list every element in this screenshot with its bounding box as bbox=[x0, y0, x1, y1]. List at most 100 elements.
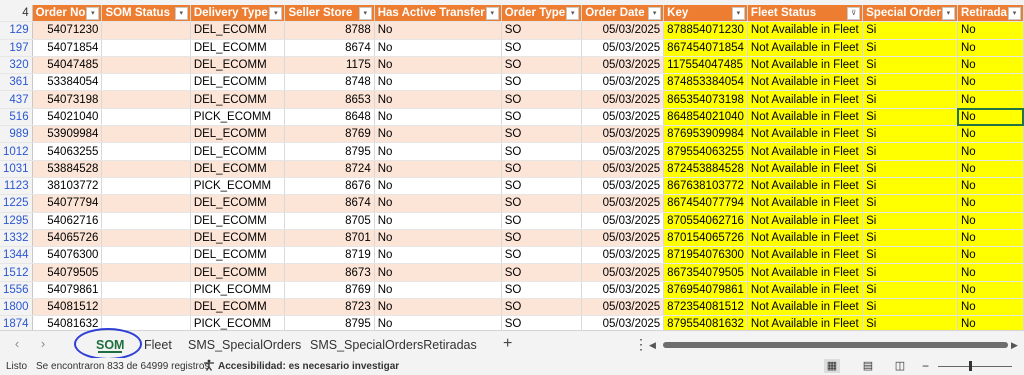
table-cell[interactable]: No bbox=[374, 246, 502, 265]
table-cell[interactable] bbox=[101, 90, 191, 109]
table-cell[interactable]: Si bbox=[862, 298, 958, 317]
prev-sheet-icon[interactable]: ‹ bbox=[10, 336, 24, 352]
table-cell[interactable]: SO bbox=[501, 125, 583, 144]
table-cell[interactable]: SO bbox=[501, 263, 583, 282]
table-cell[interactable]: No bbox=[957, 315, 1024, 330]
table-cell[interactable] bbox=[101, 108, 191, 127]
table-cell[interactable]: No bbox=[957, 108, 1024, 127]
table-cell[interactable]: 8719 bbox=[284, 246, 375, 265]
table-cell[interactable] bbox=[101, 56, 191, 75]
table-cell[interactable]: 05/03/2025 bbox=[581, 125, 665, 144]
table-cell[interactable]: Not Available in Fleet bbox=[747, 229, 864, 248]
table-cell[interactable]: No bbox=[957, 246, 1024, 265]
table-cell[interactable]: No bbox=[957, 263, 1024, 282]
row-number[interactable]: 1123 bbox=[0, 177, 33, 196]
column-header[interactable]: Order No ▾ bbox=[32, 5, 103, 23]
table-cell[interactable]: SO bbox=[501, 108, 583, 127]
zoom-slider-thumb[interactable] bbox=[969, 361, 972, 371]
table-cell[interactable]: No bbox=[957, 73, 1024, 92]
filter-dropdown-icon[interactable]: ▾ bbox=[566, 7, 580, 20]
table-cell[interactable]: Si bbox=[862, 56, 958, 75]
table-cell[interactable]: 05/03/2025 bbox=[581, 315, 665, 330]
table-cell[interactable]: 867638103772 bbox=[663, 177, 748, 196]
row-number[interactable]: 1512 bbox=[0, 263, 33, 282]
filter-dropdown-icon[interactable]: ▾ bbox=[485, 7, 499, 20]
column-header[interactable]: Key ▾ bbox=[663, 5, 748, 23]
page-layout-view-button[interactable]: ▤ bbox=[860, 359, 876, 373]
table-cell[interactable] bbox=[101, 142, 191, 161]
table-cell[interactable]: 05/03/2025 bbox=[581, 73, 665, 92]
table-cell[interactable]: 05/03/2025 bbox=[581, 39, 665, 57]
table-cell[interactable]: DEL_ECOMM bbox=[190, 125, 286, 144]
table-cell[interactable]: DEL_ECOMM bbox=[190, 21, 286, 40]
table-cell[interactable]: Not Available in Fleet bbox=[747, 142, 864, 161]
table-cell[interactable]: 54073198 bbox=[32, 90, 103, 109]
table-cell[interactable]: 865354073198 bbox=[663, 90, 748, 109]
table-cell[interactable]: No bbox=[374, 108, 502, 127]
table-cell[interactable]: SO bbox=[501, 315, 583, 330]
table-cell[interactable] bbox=[101, 160, 191, 178]
table-cell[interactable]: Not Available in Fleet bbox=[747, 298, 864, 317]
table-cell[interactable]: 8795 bbox=[284, 142, 375, 161]
table-cell[interactable]: Si bbox=[862, 229, 958, 248]
table-cell[interactable]: No bbox=[374, 281, 502, 300]
accessibility-status[interactable]: Accesibilidad: es necesario investigar bbox=[218, 358, 399, 375]
table-cell[interactable]: No bbox=[957, 298, 1024, 317]
table-cell[interactable] bbox=[101, 194, 191, 213]
table-cell[interactable]: 872354081512 bbox=[663, 298, 748, 317]
column-header[interactable]: Special Order ▾ bbox=[862, 5, 958, 23]
column-header[interactable]: SOM Status ▾ bbox=[101, 5, 191, 23]
scrollbar-thumb[interactable] bbox=[663, 342, 1008, 348]
table-cell[interactable]: No bbox=[374, 229, 502, 248]
table-cell[interactable]: 874853384054 bbox=[663, 73, 748, 92]
table-cell[interactable]: No bbox=[957, 212, 1024, 230]
table-cell[interactable]: Not Available in Fleet bbox=[747, 108, 864, 127]
table-cell[interactable]: 54065726 bbox=[32, 229, 103, 248]
table-cell[interactable]: 54062716 bbox=[32, 212, 103, 230]
table-cell[interactable] bbox=[101, 73, 191, 92]
table-cell[interactable]: Si bbox=[862, 160, 958, 178]
table-cell[interactable]: PICK_ECOMM bbox=[190, 177, 286, 196]
table-cell[interactable]: No bbox=[374, 73, 502, 92]
table-cell[interactable]: Not Available in Fleet bbox=[747, 125, 864, 144]
table-cell[interactable]: DEL_ECOMM bbox=[190, 263, 286, 282]
zoom-slider[interactable] bbox=[938, 366, 1012, 367]
table-cell[interactable]: No bbox=[957, 177, 1024, 196]
table-cell[interactable]: 05/03/2025 bbox=[581, 246, 665, 265]
table-cell[interactable]: 05/03/2025 bbox=[581, 281, 665, 300]
row-number[interactable]: 1225 bbox=[0, 194, 33, 213]
table-cell[interactable]: Not Available in Fleet bbox=[747, 160, 864, 178]
filter-dropdown-icon[interactable]: ▾ bbox=[86, 7, 100, 20]
table-cell[interactable]: DEL_ECOMM bbox=[190, 142, 286, 161]
table-cell[interactable]: No bbox=[374, 177, 502, 196]
table-cell[interactable]: DEL_ECOMM bbox=[190, 246, 286, 265]
table-cell[interactable]: No bbox=[374, 194, 502, 213]
table-cell[interactable]: 05/03/2025 bbox=[581, 21, 665, 40]
table-cell[interactable]: PICK_ECOMM bbox=[190, 281, 286, 300]
table-cell[interactable]: 05/03/2025 bbox=[581, 108, 665, 127]
table-cell[interactable]: DEL_ECOMM bbox=[190, 160, 286, 178]
row-number[interactable]: 1800 bbox=[0, 298, 33, 317]
row-number[interactable]: 4 bbox=[0, 5, 33, 23]
filter-dropdown-icon[interactable]: ⊽ bbox=[847, 7, 861, 20]
filter-dropdown-icon[interactable]: ▾ bbox=[358, 7, 372, 20]
spreadsheet-grid[interactable]: 4 Order No ▾ SOM Status ▾ Delivery Type ▾ Sell… bbox=[0, 0, 1024, 330]
table-cell[interactable]: 05/03/2025 bbox=[581, 177, 665, 196]
filter-dropdown-icon[interactable]: ▾ bbox=[648, 7, 662, 20]
table-cell[interactable]: 867454077794 bbox=[663, 194, 748, 213]
table-cell[interactable]: 8674 bbox=[284, 39, 375, 57]
table-cell[interactable]: 05/03/2025 bbox=[581, 56, 665, 75]
table-cell[interactable]: 8769 bbox=[284, 281, 375, 300]
table-cell[interactable]: Si bbox=[862, 177, 958, 196]
table-cell[interactable]: SO bbox=[501, 160, 583, 178]
table-cell[interactable]: Not Available in Fleet bbox=[747, 194, 864, 213]
table-cell[interactable]: No bbox=[957, 194, 1024, 213]
filter-dropdown-icon[interactable]: ▾ bbox=[941, 7, 955, 20]
column-header[interactable]: Delivery Type ▾ bbox=[190, 5, 286, 23]
row-number[interactable]: 1012 bbox=[0, 142, 33, 161]
table-cell[interactable]: 54079861 bbox=[32, 281, 103, 300]
table-cell[interactable] bbox=[101, 246, 191, 265]
table-cell[interactable]: No bbox=[374, 90, 502, 109]
table-cell[interactable]: 05/03/2025 bbox=[581, 263, 665, 282]
table-cell[interactable]: SO bbox=[501, 177, 583, 196]
